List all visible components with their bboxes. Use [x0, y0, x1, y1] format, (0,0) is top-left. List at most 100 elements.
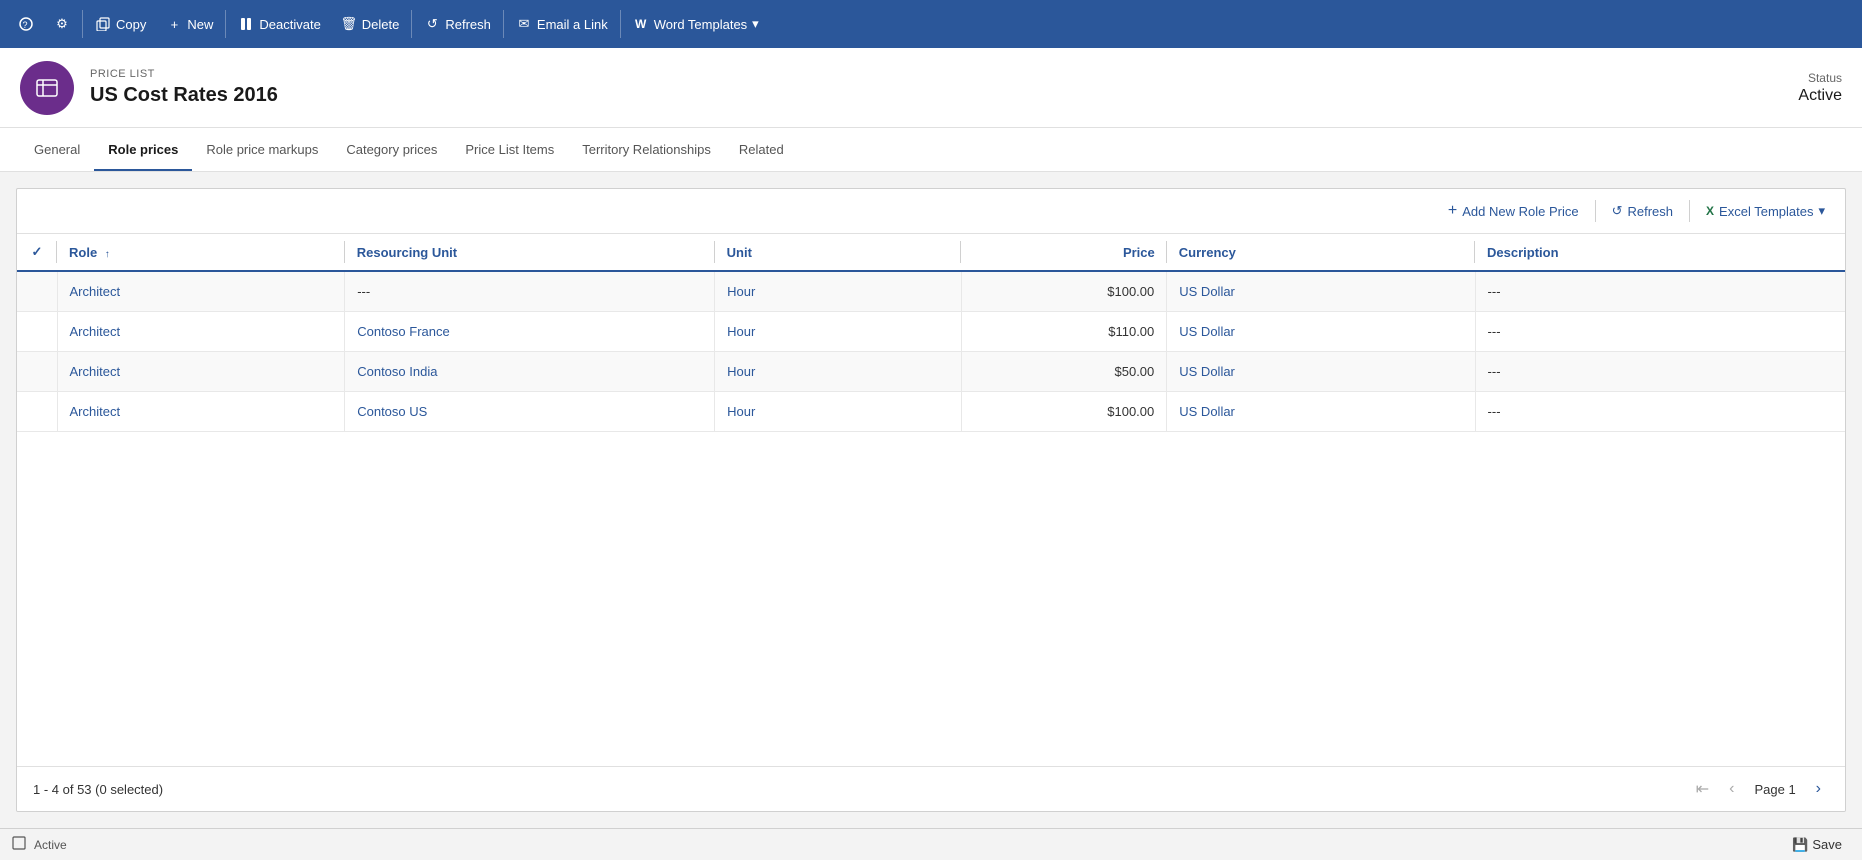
col-header-role[interactable]: Role ↑ [57, 234, 345, 271]
row-currency-cell[interactable]: US Dollar [1167, 271, 1475, 312]
row-role-cell[interactable]: Architect [57, 352, 345, 392]
excel-icon: X [1706, 204, 1714, 218]
email-icon: ✉ [516, 16, 532, 32]
table-row[interactable]: Architect --- Hour $100.00 US Dollar --- [17, 271, 1845, 312]
tab-role-prices[interactable]: Role prices [94, 130, 192, 171]
copy-button[interactable]: Copy [85, 10, 156, 38]
back-icon: ? [18, 16, 34, 32]
email-link-button[interactable]: ✉ Email a Link [506, 10, 618, 38]
role-prices-table: ✓ Role ↑ Resourcing Unit Unit Price Curr… [17, 234, 1845, 432]
entity-title: US Cost Rates 2016 [90, 84, 1798, 107]
add-new-role-price-button[interactable]: + Add New Role Price [1440, 197, 1587, 225]
row-currency-cell[interactable]: US Dollar [1167, 352, 1475, 392]
new-label: New [187, 17, 213, 32]
table-scroll-area[interactable]: ✓ Role ↑ Resourcing Unit Unit Price Curr… [17, 234, 1845, 766]
col-header-description[interactable]: Description [1475, 234, 1845, 271]
row-price-cell: $50.00 [961, 352, 1167, 392]
status-label: Status [1798, 71, 1842, 85]
grid-refresh-label: Refresh [1628, 204, 1674, 219]
tab-price-list-items[interactable]: Price List Items [451, 130, 568, 171]
row-unit-cell[interactable]: Hour [715, 312, 962, 352]
new-button[interactable]: + New [156, 10, 223, 38]
pagination-controls: ⇤ ‹ Page 1 › [1688, 775, 1829, 803]
excel-templates-chevron: ▾ [1818, 203, 1825, 219]
table-row[interactable]: Architect Contoso India Hour $50.00 US D… [17, 352, 1845, 392]
word-templates-chevron: ▾ [752, 16, 759, 32]
email-label: Email a Link [537, 17, 608, 32]
tab-navigation: General Role prices Role price markups C… [0, 128, 1862, 172]
row-currency-cell[interactable]: US Dollar [1167, 392, 1475, 432]
row-resourcing-unit-cell[interactable]: Contoso India [345, 352, 715, 392]
page-label: Page 1 [1746, 782, 1803, 797]
col-header-currency[interactable]: Currency [1167, 234, 1475, 271]
word-templates-button[interactable]: W Word Templates ▾ [623, 10, 769, 38]
row-description-cell: --- [1475, 312, 1845, 352]
role-sort-arrow: ↑ [105, 249, 110, 260]
excel-templates-button[interactable]: X Excel Templates ▾ [1698, 198, 1833, 224]
refresh-button[interactable]: ↺ Refresh [414, 10, 501, 38]
plus-icon: + [166, 16, 182, 32]
delete-button[interactable]: 🗑 Delete [331, 10, 410, 38]
row-role-cell[interactable]: Architect [57, 392, 345, 432]
row-resourcing-unit-cell[interactable]: Contoso US [345, 392, 715, 432]
row-description-cell: --- [1475, 352, 1845, 392]
row-currency-cell[interactable]: US Dollar [1167, 312, 1475, 352]
separator-4 [503, 10, 504, 38]
deactivate-button[interactable]: Deactivate [228, 10, 330, 38]
table-row[interactable]: Architect Contoso France Hour $110.00 US… [17, 312, 1845, 352]
grid-toolbar: + Add New Role Price ↺ Refresh X Excel T… [17, 189, 1845, 234]
row-check-cell[interactable] [17, 352, 57, 392]
row-role-cell[interactable]: Architect [57, 271, 345, 312]
main-toolbar: ? ⚙ Copy + New Deactivate 🗑 Delete ↺ Ref… [0, 0, 1862, 48]
row-resourcing-unit-cell[interactable]: Contoso France [345, 312, 715, 352]
entity-icon [20, 61, 74, 115]
row-check-cell[interactable] [17, 312, 57, 352]
entity-type: PRICE LIST [90, 68, 1798, 80]
page-first-button[interactable]: ⇤ [1688, 775, 1717, 803]
col-header-price[interactable]: Price [961, 234, 1167, 271]
col-header-unit[interactable]: Unit [715, 234, 962, 271]
table-row[interactable]: Architect Contoso US Hour $100.00 US Dol… [17, 392, 1845, 432]
row-price-cell: $100.00 [961, 392, 1167, 432]
grid-toolbar-sep-1 [1595, 200, 1596, 222]
status-bar: Active 💾 Save [0, 828, 1862, 860]
page-prev-button[interactable]: ‹ [1721, 776, 1742, 802]
add-icon: + [1448, 202, 1457, 220]
word-icon: W [633, 16, 649, 32]
tab-territory-relationships[interactable]: Territory Relationships [568, 130, 725, 171]
add-new-role-price-label: Add New Role Price [1462, 204, 1578, 219]
status-value: Active [1798, 87, 1842, 105]
status-bar-left: Active [12, 836, 67, 853]
word-templates-label: Word Templates [654, 17, 747, 32]
status-bar-icon [12, 836, 26, 853]
pagination: 1 - 4 of 53 (0 selected) ⇤ ‹ Page 1 › [17, 766, 1845, 811]
tab-general[interactable]: General [20, 130, 94, 171]
row-description-cell: --- [1475, 392, 1845, 432]
back-button[interactable]: ? [8, 10, 44, 38]
tab-role-price-markups[interactable]: Role price markups [192, 130, 332, 171]
row-unit-cell[interactable]: Hour [715, 392, 962, 432]
row-price-cell: $100.00 [961, 271, 1167, 312]
row-unit-cell[interactable]: Hour [715, 352, 962, 392]
save-button[interactable]: 💾 Save [1784, 833, 1850, 857]
tab-category-prices[interactable]: Category prices [332, 130, 451, 171]
grid-refresh-button[interactable]: ↺ Refresh [1604, 198, 1681, 224]
col-header-check: ✓ [17, 234, 57, 271]
grid-toolbar-sep-2 [1689, 200, 1690, 222]
save-icon: 💾 [1792, 837, 1808, 853]
row-check-cell[interactable] [17, 271, 57, 312]
save-label: Save [1812, 837, 1842, 852]
row-resourcing-unit-cell[interactable]: --- [345, 271, 715, 312]
page-next-button[interactable]: › [1808, 776, 1829, 802]
check-icon: ✓ [32, 244, 43, 259]
row-check-cell[interactable] [17, 392, 57, 432]
row-unit-cell[interactable]: Hour [715, 271, 962, 312]
entity-status: Status Active [1798, 71, 1842, 105]
svg-text:?: ? [23, 20, 28, 30]
settings-button[interactable]: ⚙ [44, 10, 80, 38]
col-header-resourcing-unit[interactable]: Resourcing Unit [345, 234, 715, 271]
refresh-label: Refresh [445, 17, 491, 32]
tab-related[interactable]: Related [725, 130, 798, 171]
row-role-cell[interactable]: Architect [57, 312, 345, 352]
refresh-icon: ↺ [424, 16, 440, 32]
